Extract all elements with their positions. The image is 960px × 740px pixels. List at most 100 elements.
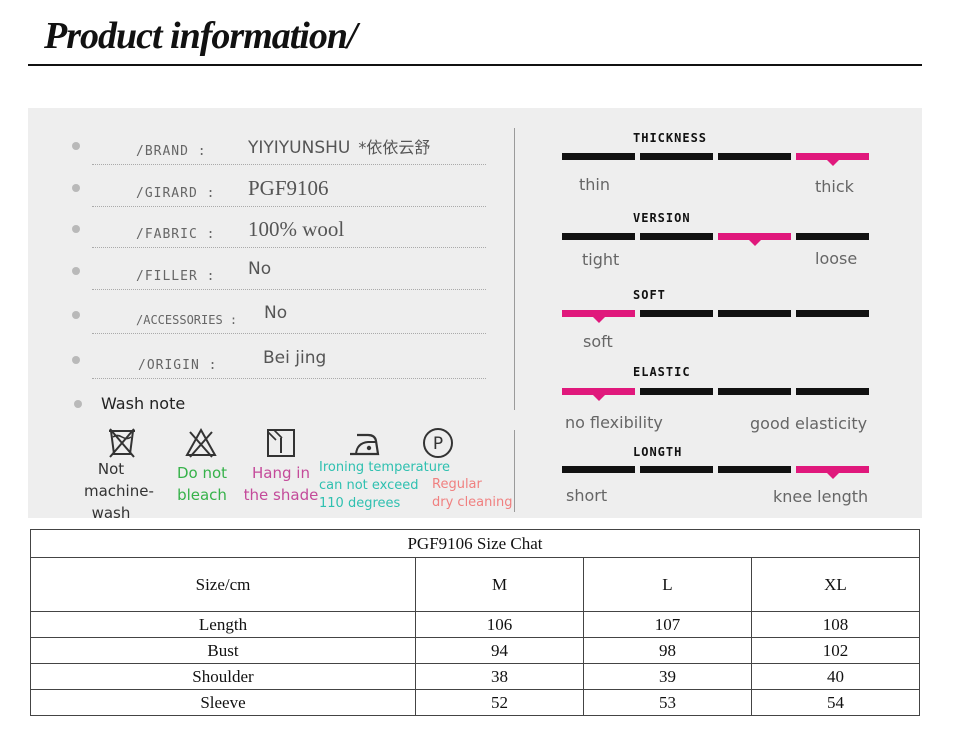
wash-label-dry-clean: Regular dry cleaning <box>432 477 513 510</box>
brand-label: /BRAND : <box>136 144 207 159</box>
filler-label: /FILLER : <box>136 269 216 284</box>
size-chart-caption-row: PGF9106 Size Chat <box>30 529 920 558</box>
scale-left-label: tight <box>582 250 620 269</box>
bullet <box>72 311 80 319</box>
table-cell: 39 <box>583 663 752 690</box>
scale-segment-selected <box>796 153 869 166</box>
scale-right-label: thick <box>815 177 854 196</box>
dry-clean-p-icon: P <box>423 428 453 458</box>
table-cell: 107 <box>583 611 752 638</box>
no-bleach-icon <box>185 427 217 458</box>
accessories-value: No <box>264 303 288 323</box>
scale-segment <box>796 233 869 240</box>
table-row: Sleeve 52 53 54 <box>30 689 920 716</box>
scale-segment <box>640 153 713 160</box>
scale-segment <box>640 233 713 240</box>
table-cell: 106 <box>415 611 584 638</box>
table-cell: Length <box>30 611 416 638</box>
scale-segment <box>796 310 869 317</box>
scale-left-label: thin <box>579 175 610 194</box>
table-cell: 40 <box>751 663 920 690</box>
scale-segment-selected <box>562 310 635 323</box>
table-row: Shoulder 38 39 40 <box>30 663 920 690</box>
table-cell: Bust <box>30 637 416 664</box>
origin-value: Bei jing <box>263 348 327 368</box>
scale-right-label: knee length <box>773 487 869 506</box>
table-cell: Shoulder <box>30 663 416 690</box>
scale-segment <box>562 153 635 160</box>
fabric-label: /FABRIC : <box>136 227 216 242</box>
scale-segment <box>718 466 791 473</box>
svg-text:P: P <box>433 434 443 454</box>
size-chart-header-row: Size/cm M L XL <box>30 557 920 612</box>
row-rule <box>92 247 486 248</box>
bullet <box>74 400 82 408</box>
table-cell: Sleeve <box>30 689 416 716</box>
scale-segment <box>640 310 713 317</box>
column-header: XL <box>751 557 920 612</box>
wash-label-shade: Hang in the shade <box>243 464 319 504</box>
brand-value: YIYIYUNSHU *依依云舒 <box>248 138 431 158</box>
table-cell: 53 <box>583 689 752 716</box>
info-row-brand: /BRAND : YIYIYUNSHU *依依云舒 <box>66 138 486 176</box>
info-row-fabric: /FABRIC : 100% wool <box>66 217 486 259</box>
column-header: M <box>415 557 584 612</box>
scale-left-label: short <box>566 486 608 505</box>
row-rule <box>92 378 486 379</box>
size-chart-table: PGF9106 Size Chat Size/cm M L XL Length … <box>30 529 920 716</box>
attr-title: LONGTH <box>633 445 683 459</box>
table-cell: 94 <box>415 637 584 664</box>
table-row: Bust 94 98 102 <box>30 637 920 664</box>
scale-right-label: good elasticity <box>750 414 868 433</box>
scale-segment <box>562 233 635 240</box>
row-rule <box>92 206 486 207</box>
info-row-filler: /FILLER : No <box>66 259 486 301</box>
scale-segment <box>718 310 791 317</box>
table-cell: 52 <box>415 689 584 716</box>
column-header: L <box>583 557 752 612</box>
table-cell: 108 <box>751 611 920 638</box>
table-cell: 102 <box>751 637 920 664</box>
attr-title: VERSION <box>633 211 691 225</box>
row-rule <box>92 164 486 165</box>
scale-right-label: loose <box>815 249 858 268</box>
fabric-value: 100% wool <box>248 217 345 241</box>
scale-segment <box>718 153 791 160</box>
table-cell: 54 <box>751 689 920 716</box>
bullet <box>72 225 80 233</box>
filler-value: No <box>248 259 272 279</box>
panel-divider-top <box>514 128 515 410</box>
row-rule <box>92 289 486 290</box>
scale-segment-selected <box>718 233 791 246</box>
girard-label: /GIRARD : <box>136 186 216 201</box>
title-divider <box>28 64 922 66</box>
wash-note-title: Wash note <box>101 394 186 413</box>
girard-value: PGF9106 <box>248 176 329 200</box>
scale-segment <box>562 466 635 473</box>
origin-label: /ORIGIN : <box>138 358 218 373</box>
no-machine-wash-icon <box>109 428 135 458</box>
info-row-girard: /GIRARD : PGF9106 <box>66 176 486 218</box>
brand-chinese: *依依云舒 <box>358 138 431 157</box>
table-row: Length 106 107 108 <box>30 611 920 638</box>
scale-segment <box>640 466 713 473</box>
attr-title: THICKNESS <box>633 131 708 145</box>
attr-title: ELASTIC <box>633 365 691 379</box>
row-rule <box>92 333 486 334</box>
accessories-label: /ACCESSORIES : <box>136 313 238 327</box>
scale-segment <box>796 388 869 395</box>
scale-left-label: soft <box>583 332 613 351</box>
iron-temperature-icon <box>350 433 380 456</box>
wash-label-no-bleach: Do not bleach <box>176 464 228 504</box>
table-cell: 38 <box>415 663 584 690</box>
scale-segment-selected <box>796 466 869 479</box>
scale-segment <box>640 388 713 395</box>
scale-segment-selected <box>562 388 635 401</box>
bullet <box>72 267 80 275</box>
info-row-origin: /ORIGIN : Bei jing <box>66 348 486 390</box>
bullet <box>72 184 80 192</box>
scale-segment <box>718 388 791 395</box>
wash-label-no-machine: Not machine- wash <box>84 460 154 522</box>
hang-dry-shade-icon <box>267 429 295 457</box>
info-row-accessories: /ACCESSORIES : No <box>66 303 486 345</box>
